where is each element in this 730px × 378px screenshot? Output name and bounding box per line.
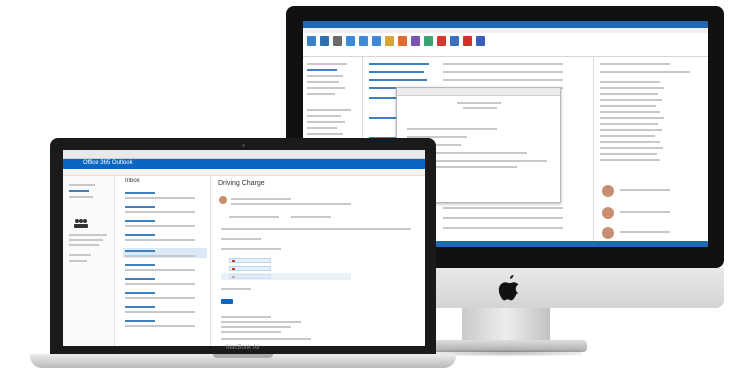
imac-stand-neck: [462, 308, 550, 344]
command-bar: [63, 169, 425, 176]
macbook-screen: Office 365 Outlook Inbox Driving Charge: [63, 150, 425, 346]
preview-titlebar: [397, 88, 560, 96]
message-subject: Driving Charge: [218, 180, 265, 187]
outlook-web-reading-pane: Driving Charge: [211, 176, 425, 346]
onenote-icon: [424, 36, 433, 46]
outlook-people-pane: [593, 57, 708, 247]
suite-title: Office 365 Outlook: [83, 160, 133, 166]
quick-steps-icon: [385, 36, 394, 46]
macbook-brand-label: MacBook Air: [226, 345, 260, 351]
new-email-icon: [307, 36, 316, 46]
outlook-ribbon-buttons: [303, 33, 708, 49]
sender-avatar: [219, 196, 227, 204]
contact-avatar: [602, 185, 614, 197]
addin-blue-icon: [476, 36, 485, 46]
reply-all-icon: [359, 36, 368, 46]
rules-icon: [411, 36, 420, 46]
device-scene: Office 365 Outlook Inbox Driving Charge …: [0, 0, 730, 378]
people-icon: [74, 219, 88, 228]
flag-icon: [437, 36, 446, 46]
office365-suite-bar: Office 365 Outlook: [63, 159, 425, 169]
addin-icon: [450, 36, 459, 46]
outlook-web-nav: [63, 176, 115, 346]
reply-icon: [346, 36, 355, 46]
move-icon: [398, 36, 407, 46]
delete-icon: [333, 36, 342, 46]
outlook-ribbon: [303, 21, 708, 57]
addin-red-icon: [463, 36, 472, 46]
pdf-attachment-icon[interactable]: [229, 266, 271, 271]
outlook-web-message-list: Inbox: [115, 176, 211, 346]
apple-logo-icon: [498, 275, 519, 301]
send-button[interactable]: [221, 299, 233, 304]
new-items-icon: [320, 36, 329, 46]
outlook-titlebar: [303, 21, 708, 28]
macbook-camera: [242, 144, 245, 147]
contact-avatar: [602, 227, 614, 239]
folder-heading: Inbox: [125, 178, 140, 184]
browser-chrome: [63, 150, 425, 159]
forward-icon: [372, 36, 381, 46]
pdf-attachment-icon[interactable]: [229, 258, 271, 263]
contact-avatar: [602, 207, 614, 219]
highlighted-attachment-row: [221, 273, 351, 280]
macbook-notch: [213, 354, 273, 358]
